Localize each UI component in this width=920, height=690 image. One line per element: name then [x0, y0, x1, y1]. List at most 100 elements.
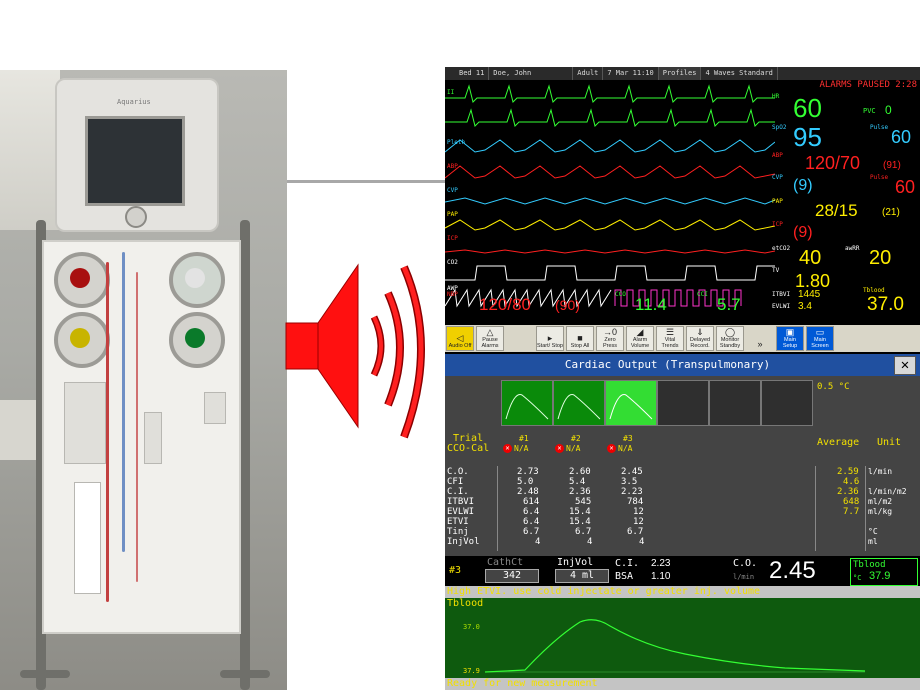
trial-curve-1[interactable] — [501, 380, 553, 426]
more-keys-button[interactable]: » — [746, 326, 774, 351]
main-screen-button[interactable]: ▭ Main Screen — [806, 326, 834, 351]
pvc-value[interactable]: 0 — [885, 103, 892, 117]
datetime: 7 Mar 11:10 — [603, 67, 659, 80]
profiles-button[interactable]: Profiles — [658, 67, 702, 80]
row-unit: °C — [868, 527, 878, 536]
machine-monitor: Aquarius — [55, 78, 219, 232]
x-circle-icon: ✕ — [555, 444, 564, 453]
cvp-value[interactable]: (9) — [793, 177, 813, 195]
vital-trends-button[interactable]: ☰ Vital Trends — [656, 326, 684, 351]
catheter-field[interactable]: 342 — [485, 569, 539, 583]
zero-press-label: Zero Press — [602, 337, 618, 349]
start-stop-button[interactable]: ▸ Start/ Stop — [536, 326, 564, 351]
chamber-module — [144, 412, 162, 464]
bsa-label: BSA — [615, 571, 634, 582]
right-foot — [220, 670, 270, 678]
trial-curve-2[interactable] — [553, 380, 605, 426]
row-t1: 5.0 — [517, 477, 534, 487]
monitor-standby-button[interactable]: ◯ Monitor Standby — [716, 326, 744, 351]
wave-icp — [445, 249, 775, 254]
pap-label: PAP — [772, 198, 783, 205]
alarms-paused-banner[interactable]: ALARMS PAUSED 2:28 — [767, 80, 920, 91]
waves-profile-button[interactable]: 4 Waves Standard — [701, 67, 778, 80]
vital-trends-label: Vital Trends — [661, 337, 679, 349]
patient-name[interactable]: Doe, John — [489, 67, 574, 80]
row-name: Tinj — [447, 527, 469, 537]
delayed-record-button[interactable]: ⇓ Delayed Record. — [686, 326, 714, 351]
trial-3-cal[interactable]: ✕ N/A — [607, 444, 632, 454]
machine-panel — [42, 240, 241, 634]
itbvi-value[interactable]: 1445 — [798, 289, 820, 300]
injvol-field[interactable]: 4 ml — [555, 569, 609, 583]
wave-abp — [445, 165, 775, 179]
row-t2: 2.36 — [569, 487, 591, 497]
nbp-value[interactable]: 120/80 — [479, 295, 531, 315]
patient-monitor-screen: Bed 11 Doe, John Adult 7 Mar 11:10 Profi… — [445, 67, 920, 690]
cco-value[interactable]: 11.4 — [635, 295, 667, 315]
tblood-box-value: 37.9 — [869, 570, 891, 582]
spo2-value[interactable]: 95 — [793, 122, 822, 153]
bed-label[interactable]: Bed 11 — [445, 67, 490, 80]
more-icon: » — [757, 339, 763, 349]
pause-alarms-button[interactable]: △ Pause Alarms — [476, 326, 504, 351]
close-icon[interactable]: ✕ — [894, 356, 916, 375]
stop-all-button[interactable]: ■ Stop All — [566, 326, 594, 351]
row-t1: 2.73 — [517, 467, 539, 477]
wave-label-cvp: CVP — [447, 187, 458, 194]
pvc-label: PVC — [863, 107, 876, 115]
zero-icon: →0 — [602, 327, 617, 337]
abp-mean[interactable]: (91) — [883, 160, 901, 171]
wave-ecg-2 — [445, 108, 775, 127]
thermodilution-curve: Tblood 37.0 37.9 — [445, 598, 920, 678]
volume-icon: ◢ — [636, 327, 644, 337]
thermodilution-plot — [484, 619, 866, 673]
x-circle-icon: ✕ — [503, 444, 512, 453]
patient-category[interactable]: Adult — [573, 67, 604, 80]
temperature-curve — [484, 619, 866, 673]
wave-label-co2: CO2 — [447, 259, 458, 266]
tube-blue — [122, 252, 125, 552]
alarm-volume-button[interactable]: ◢ Alarm Volume — [626, 326, 654, 351]
row-avg: 7.7 — [843, 507, 860, 517]
pulse-label-1: Pulse — [870, 124, 889, 131]
hr-value[interactable]: 60 — [793, 93, 822, 124]
row-t2: 15.4 — [569, 517, 591, 527]
pap-value[interactable]: 28/15 — [815, 201, 858, 221]
row-t2: 2.60 — [569, 467, 591, 477]
bell-icon: △ — [486, 327, 494, 337]
pause-alarms-label: Pause Alarms — [481, 337, 499, 349]
icp-value[interactable]: (9) — [793, 224, 813, 242]
row-unit: ml/kg — [868, 507, 893, 516]
x-circle-icon: ✕ — [607, 444, 616, 453]
row-avg: 4.6 — [843, 477, 860, 487]
row-t2: 5.4 — [569, 477, 586, 487]
row-name: InjVol — [447, 537, 480, 547]
trial-curve-empty-6 — [761, 380, 813, 426]
trial-curve-3[interactable] — [605, 380, 657, 426]
tblood-value[interactable]: 37.0 — [867, 294, 904, 316]
awrr-value[interactable]: 20 — [869, 247, 891, 270]
unit-header: Unit — [877, 437, 902, 448]
row-t2: 4 — [587, 537, 593, 547]
record-icon: ⇓ — [696, 327, 704, 337]
abp-value[interactable]: 120/70 — [805, 153, 860, 174]
pulse-value-1[interactable]: 60 — [891, 127, 911, 148]
trial-1-cal[interactable]: ✕ N/A — [503, 444, 528, 454]
pap-mean[interactable]: (21) — [882, 207, 900, 218]
row-t1: 6.7 — [523, 527, 540, 537]
main-setup-button[interactable]: ▣ Main Setup — [776, 326, 804, 351]
trial-2-cal[interactable]: ✕ N/A — [555, 444, 580, 454]
pulse-value-2[interactable]: 60 — [895, 177, 915, 198]
audio-off-button[interactable]: ◁ Audio Off — [446, 326, 474, 351]
etco2-value[interactable]: 40 — [799, 247, 821, 270]
row-unit: ml — [868, 537, 878, 546]
cci-value[interactable]: 5.7 — [717, 295, 741, 315]
wave-label-pap: PAP — [447, 211, 458, 218]
evlwi-value[interactable]: 3.4 — [798, 301, 812, 312]
main-screen-label: Main Screen — [811, 337, 829, 349]
row-name: EVLWI — [447, 507, 475, 517]
nbp-mean[interactable]: (90) — [555, 297, 580, 313]
zero-press-button[interactable]: →0 Zero Press — [596, 326, 624, 351]
row-name: C.O. — [447, 467, 469, 477]
row-t1: 6.4 — [523, 507, 540, 517]
